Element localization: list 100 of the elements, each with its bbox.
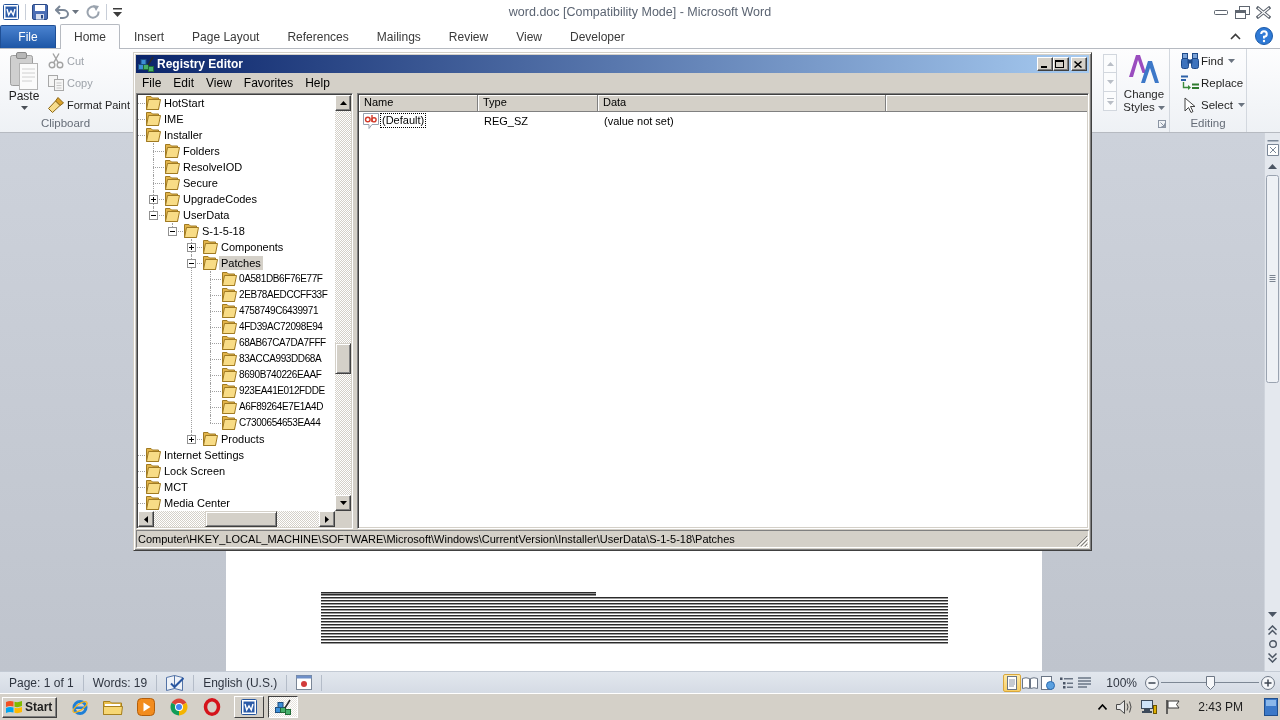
page-count[interactable]: Page: 1 of 1	[0, 672, 83, 693]
macro-record-icon[interactable]	[296, 675, 313, 690]
scroll-down-button[interactable]	[335, 495, 351, 511]
flag-icon[interactable]	[1166, 700, 1181, 714]
maximize-button[interactable]	[1053, 57, 1069, 71]
tree-item[interactable]: 2EB78AEDCCFF33F	[238, 288, 329, 302]
paste-button[interactable]: Paste	[4, 49, 44, 116]
expander-icon[interactable]	[187, 435, 196, 444]
tree-item[interactable]: 4FD39AC72098E94	[238, 320, 324, 334]
minimize-button[interactable]	[1037, 57, 1053, 71]
tree-item[interactable]: 68AB67CA7DA7FFF	[238, 336, 327, 350]
zoom-slider[interactable]	[1161, 674, 1259, 691]
tree-item[interactable]: Internet Settings	[162, 448, 247, 462]
menu-item[interactable]: View	[200, 74, 238, 92]
help-icon[interactable]	[1255, 27, 1273, 45]
redo-icon[interactable]	[86, 5, 100, 19]
expander-icon[interactable]	[168, 227, 177, 236]
find-button[interactable]: Find	[1179, 50, 1245, 72]
collapse-ribbon-icon[interactable]	[1230, 32, 1241, 40]
change-styles-button[interactable]: Change Styles	[1121, 49, 1167, 114]
zoom-out-button[interactable]	[1145, 675, 1159, 690]
ribbon-tab[interactable]: Home	[60, 24, 120, 49]
ribbon-tab[interactable]: Developer	[555, 25, 639, 48]
scroll-left-button[interactable]	[138, 511, 154, 527]
ribbon-tab[interactable]: Review	[434, 25, 503, 48]
scroll-right-button[interactable]	[319, 511, 335, 527]
menu-item[interactable]: Edit	[167, 74, 201, 92]
tree-item[interactable]: 0A581DB6F76E77F	[238, 272, 324, 286]
word-app-icon[interactable]	[3, 4, 19, 20]
taskbar-button[interactable]	[134, 696, 158, 718]
word-count[interactable]: Words: 19	[83, 672, 157, 693]
zoom-level[interactable]: 100%	[1106, 675, 1137, 690]
value-name[interactable]: (Default)	[380, 113, 427, 128]
menu-item[interactable]: Favorites	[237, 74, 300, 92]
tree-item[interactable]: ResolveIOD	[181, 160, 245, 174]
ribbon-tab[interactable]: Mailings	[362, 25, 435, 48]
tree-item[interactable]: MCT	[162, 480, 190, 494]
clock[interactable]: 2:43 PM	[1198, 700, 1243, 714]
taskbar-button[interactable]	[268, 696, 298, 718]
scroll-up-button[interactable]	[335, 95, 351, 111]
scrollbar-thumb[interactable]	[1266, 175, 1279, 383]
ribbon-tab[interactable]: References	[273, 25, 363, 48]
undo-icon[interactable]	[55, 5, 69, 19]
tree-item[interactable]: UserData	[181, 208, 232, 222]
expander-icon[interactable]	[187, 243, 196, 252]
tree-item[interactable]: 923EA41E012FDDE	[238, 384, 326, 398]
tree-item[interactable]: Media Center	[162, 496, 233, 510]
ribbon-tab[interactable]: Page Layout	[178, 25, 274, 48]
close-button[interactable]	[1071, 57, 1087, 71]
menu-item[interactable]: File	[136, 74, 168, 92]
tree-item[interactable]: HotStart	[162, 96, 207, 110]
tree-item[interactable]: S-1-5-18	[200, 224, 247, 238]
scrollbar-thumb[interactable]	[205, 511, 277, 527]
tree-item[interactable]: IME	[162, 112, 186, 126]
show-desktop-icon[interactable]	[1264, 698, 1278, 716]
expander-icon[interactable]	[149, 211, 158, 220]
print-layout-button[interactable]	[1003, 673, 1022, 692]
tree-item[interactable]: Products	[219, 432, 267, 446]
dialog-launcher-icon[interactable]	[1158, 119, 1166, 128]
tree-item[interactable]: 8690B740226EAAF	[238, 368, 323, 382]
tree-item[interactable]: Lock Screen	[162, 464, 228, 478]
replace-button[interactable]: Replace	[1179, 72, 1245, 94]
tree-item[interactable]: C7300654653EA44	[238, 416, 322, 430]
web-layout-button[interactable]	[1039, 673, 1058, 692]
column-header[interactable]: Type	[478, 95, 598, 112]
scrollbar-thumb[interactable]	[335, 343, 351, 374]
tree-item[interactable]: 4758749C6439971	[238, 304, 320, 318]
show-hidden-icons-caret-icon[interactable]	[1098, 704, 1108, 710]
select-button[interactable]: Select	[1179, 94, 1245, 116]
speaker-icon[interactable]	[1116, 700, 1133, 714]
format-painter-button[interactable]: Format Paint	[46, 94, 130, 116]
caret-icon[interactable]	[72, 10, 79, 14]
proofing-book-icon[interactable]	[166, 674, 185, 691]
expander-icon[interactable]	[149, 195, 158, 204]
tree-item[interactable]: Folders	[181, 144, 222, 158]
start-button[interactable]: Start	[2, 696, 57, 718]
next-page-button[interactable]	[1265, 651, 1280, 665]
ribbon-tab[interactable]: Insert	[120, 25, 179, 48]
language[interactable]: English (U.S.)	[194, 672, 287, 693]
tree-item[interactable]: Secure	[181, 176, 220, 190]
menu-item[interactable]: Help	[299, 74, 336, 92]
zoom-in-button[interactable]	[1261, 675, 1275, 690]
tree-item[interactable]: Installer	[162, 128, 205, 142]
customize-caret-icon[interactable]	[113, 7, 122, 17]
tree-item[interactable]: A6F89264E7E1A4D	[238, 400, 325, 414]
network-icon[interactable]	[1141, 700, 1158, 714]
ribbon-tab[interactable]: View	[502, 25, 556, 48]
restore-button[interactable]	[1233, 3, 1251, 21]
tree-item[interactable]: 83ACCA993DD68A	[238, 352, 323, 366]
tree-item[interactable]: UpgradeCodes	[181, 192, 259, 206]
previous-page-button[interactable]	[1265, 623, 1280, 637]
expander-icon[interactable]	[187, 259, 196, 268]
zoom-slider-thumb[interactable]	[1205, 675, 1215, 690]
save-icon[interactable]	[32, 4, 48, 20]
tree-item[interactable]: Patches	[219, 256, 263, 270]
resize-grip-icon[interactable]	[1076, 535, 1088, 547]
column-header[interactable]: Name	[359, 95, 478, 112]
tree-item[interactable]: Components	[219, 240, 286, 254]
column-header[interactable]: Data	[598, 95, 886, 112]
file-tab[interactable]: File	[0, 25, 56, 48]
